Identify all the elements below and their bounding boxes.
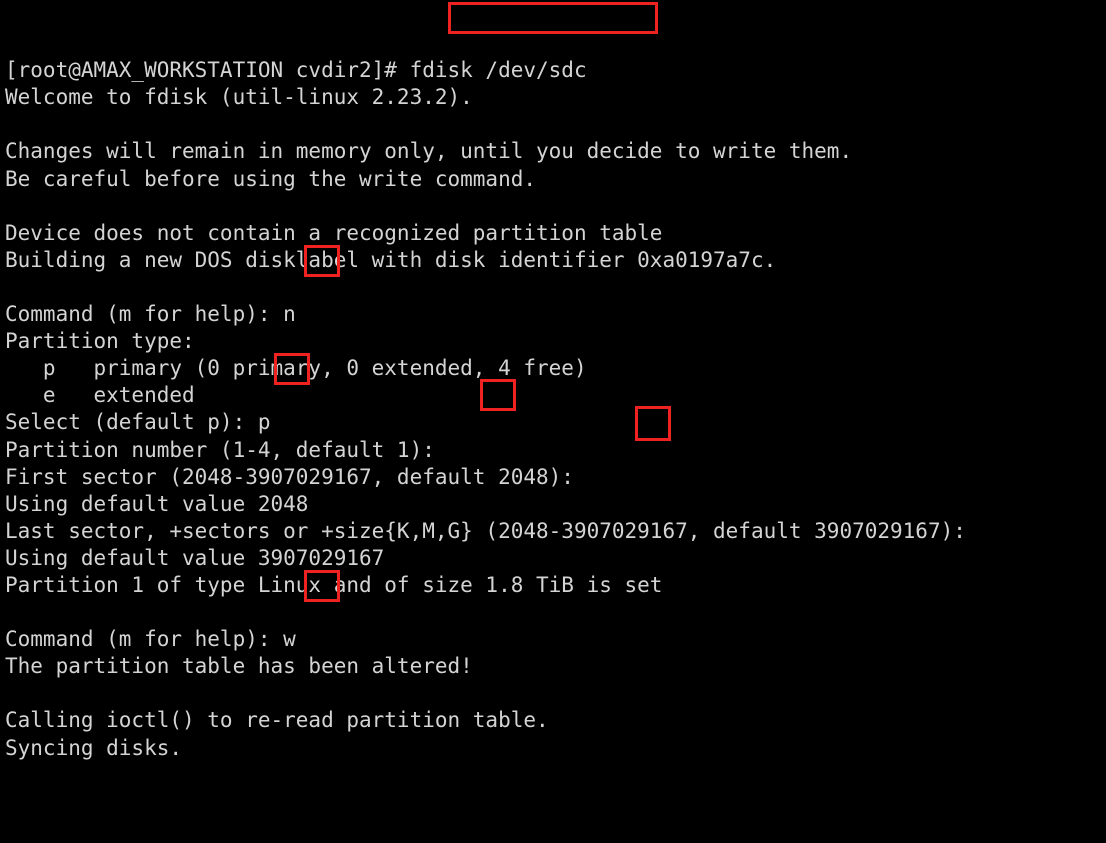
terminal-line: The partition table has been altered! <box>5 654 473 679</box>
terminal-screen[interactable]: [root@AMAX_WORKSTATION cvdir2]# fdisk /d… <box>0 0 1106 760</box>
terminal-line: [root@AMAX_WORKSTATION cvdir2]# fdisk /d… <box>5 58 587 83</box>
terminal-line: Last sector, +sectors or +size{K,M,G} (2… <box>5 518 979 543</box>
terminal-output: [root@AMAX_WORKSTATION cvdir2]# fdisk /d… <box>5 57 1106 761</box>
terminal-line: Using default value 3907029167 <box>5 545 385 570</box>
terminal-line: Changes will remain in memory only, unti… <box>5 139 853 164</box>
terminal-line: p primary (0 primary, 0 extended, 4 free… <box>5 356 587 381</box>
terminal-line: Welcome to fdisk (util-linux 2.23.2). <box>5 85 473 110</box>
terminal-line: Partition number (1-4, default 1): <box>5 437 448 462</box>
terminal-line: Partition 1 of type Linux and of size 1.… <box>5 572 663 597</box>
terminal-line: Syncing disks. <box>5 735 183 760</box>
terminal-line: Select (default p): p <box>5 410 271 435</box>
terminal-line: Using default value 2048 <box>5 491 309 516</box>
terminal-line: Building a new DOS disklabel with disk i… <box>5 247 777 272</box>
terminal-line: Partition type: <box>5 329 195 354</box>
terminal-line: Be careful before using the write comman… <box>5 166 537 191</box>
terminal-line: Command (m for help): n <box>5 302 296 327</box>
terminal-line: First sector (2048-3907029167, default 2… <box>5 464 587 489</box>
terminal-line: e extended <box>5 383 195 408</box>
terminal-line: Device does not contain a recognized par… <box>5 220 663 245</box>
terminal-line: Command (m for help): w <box>5 627 296 652</box>
terminal-line: Calling ioctl() to re-read partition tab… <box>5 708 549 733</box>
highlight-fdisk-command <box>448 2 658 34</box>
